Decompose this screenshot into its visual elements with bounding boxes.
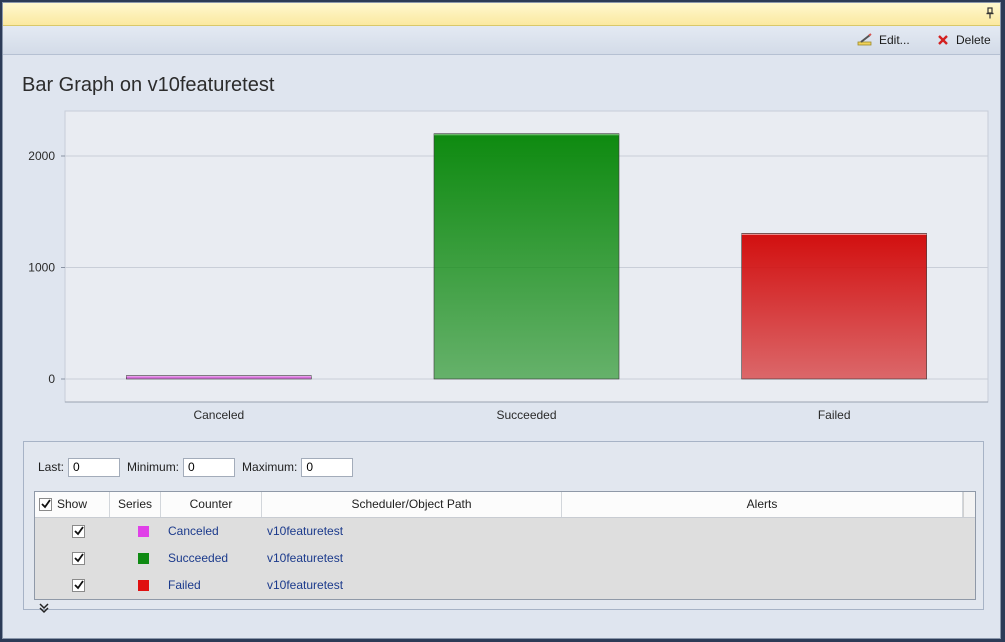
y-tick-label: 1000 (28, 261, 55, 275)
maximum-label: Maximum: (242, 460, 298, 474)
table-row[interactable]: Succeeded v10featuretest (35, 545, 963, 572)
header-scroll-strip (963, 492, 975, 517)
minimum-label: Minimum: (127, 460, 180, 474)
edit-icon (857, 33, 872, 46)
delete-label: Delete (956, 33, 991, 47)
y-tick-label: 0 (48, 372, 55, 386)
bar-failed (741, 233, 927, 380)
series-color-swatch (138, 526, 149, 537)
row-show-checkbox[interactable] (72, 552, 85, 565)
maximum-field[interactable] (301, 457, 354, 477)
x-tick-label: Failed (818, 408, 851, 422)
last-field[interactable] (68, 457, 121, 477)
edit-label: Edit... (879, 33, 910, 47)
table-row[interactable]: Failed v10featuretest (35, 572, 963, 599)
edit-button[interactable]: Edit... (857, 32, 910, 48)
pin-icon[interactable] (985, 7, 995, 19)
counter-name: Failed (168, 578, 201, 592)
checkmark-icon (74, 553, 84, 563)
counter-name: Canceled (168, 524, 219, 538)
object-path: v10featuretest (267, 578, 344, 592)
page-title: Bar Graph on v10featuretest (22, 74, 275, 96)
graph-window: Edit... Delete Bar Graph on v10featurete… (2, 2, 1001, 639)
title-bar (3, 3, 1000, 26)
checkmark-icon (74, 580, 84, 590)
bar-chart-svg: 0 1000 2000 Canceled Succeeded Failed (28, 110, 989, 422)
y-tick-label: 2000 (28, 149, 55, 163)
row-show-checkbox[interactable] (72, 525, 85, 538)
x-tick-label: Canceled (193, 408, 244, 422)
row-show-checkbox[interactable] (72, 579, 85, 592)
counter-column-header[interactable]: Counter (161, 492, 262, 517)
toolbar: Edit... Delete (3, 26, 1000, 55)
bar-chart: 0 1000 2000 Canceled Succeeded Failed (13, 101, 989, 431)
delete-button[interactable]: Delete (936, 32, 991, 48)
bar-succeeded (433, 133, 620, 380)
expand-chevron-icon[interactable] (38, 602, 50, 614)
checkmark-icon (74, 526, 84, 536)
last-label: Last: (38, 460, 65, 474)
delete-x-icon (938, 35, 948, 45)
counter-panel: Last: Minimum: Maximum: Show Series Coun… (23, 441, 984, 614)
counter-table: Show Series Counter Scheduler/Object Pat… (34, 491, 976, 600)
counter-name: Succeeded (168, 551, 229, 565)
series-column-header[interactable]: Series (110, 492, 161, 517)
series-color-swatch (138, 580, 149, 591)
object-path: v10featuretest (267, 551, 344, 565)
minimum-field[interactable] (183, 457, 236, 477)
show-all-checkbox[interactable] (39, 498, 52, 511)
table-header: Show Series Counter Scheduler/Object Pat… (35, 492, 975, 518)
show-header-label: Show (57, 497, 88, 511)
table-row[interactable]: Canceled v10featuretest (35, 518, 963, 545)
checkmark-icon (41, 499, 51, 509)
path-column-header[interactable]: Scheduler/Object Path (262, 492, 562, 517)
object-path: v10featuretest (267, 524, 344, 538)
x-tick-label: Succeeded (496, 408, 556, 422)
show-column-header[interactable]: Show (35, 492, 110, 517)
stats-row: Last: Minimum: Maximum: (38, 456, 360, 478)
series-color-swatch (138, 553, 149, 564)
alerts-column-header[interactable]: Alerts (562, 492, 963, 517)
